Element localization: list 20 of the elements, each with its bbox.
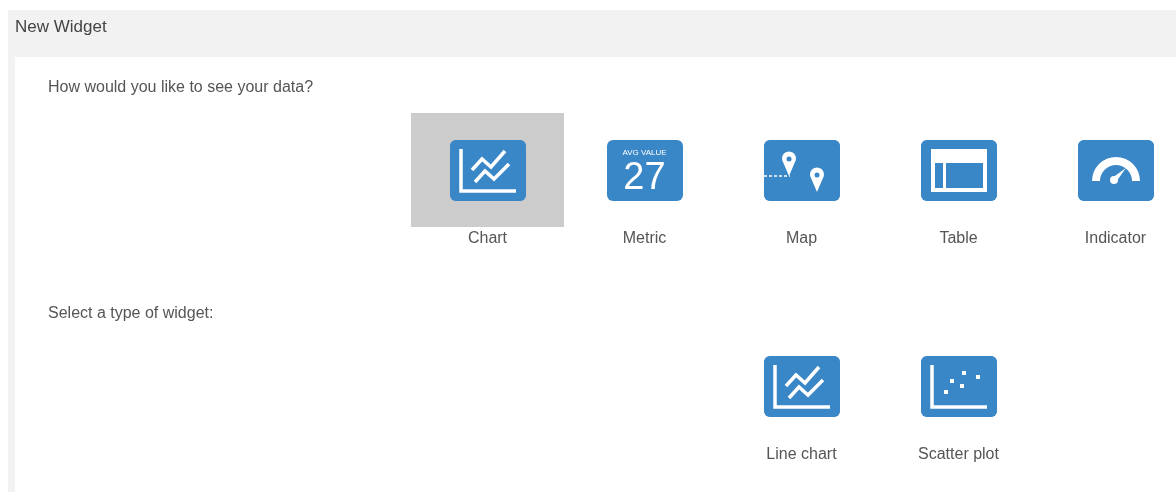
option-label: Metric (622, 228, 667, 248)
option-label: Indicator (1084, 228, 1147, 248)
view-option[interactable] (411, 113, 564, 227)
table-icon (920, 139, 997, 201)
map-pins-icon (763, 139, 840, 201)
option-label: Chart (467, 228, 508, 248)
view-prompt: How would you like to see your data? (48, 77, 315, 97)
option-label: Line chart (766, 444, 837, 464)
gauge-icon (1077, 139, 1154, 201)
line-chart-icon (449, 139, 526, 201)
option-label: Scatter plot (918, 444, 999, 464)
icon-value: 27 (623, 157, 666, 195)
option-label: Map (785, 228, 818, 248)
type-prompt: Select a type of widget: (48, 303, 215, 323)
scatter-plot-icon (920, 355, 997, 417)
window-title: New Widget (14, 16, 108, 38)
option-label: Table (939, 228, 978, 248)
icon-caption: AVG VALUE (622, 149, 667, 157)
view-option[interactable]: AVG VALUE 27 (568, 113, 721, 227)
line-chart-icon (763, 355, 840, 417)
